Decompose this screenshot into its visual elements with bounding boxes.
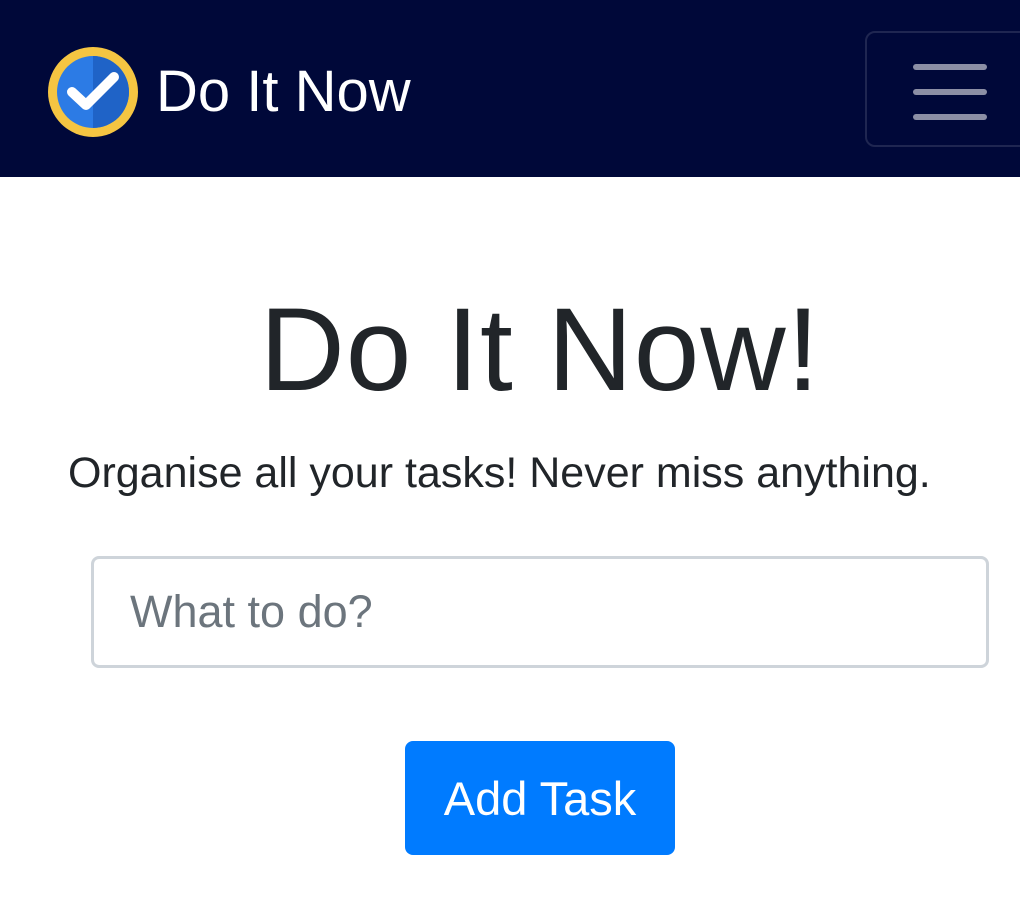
brand-name: Do It Now [156,59,411,124]
navbar-toggle-button[interactable] [865,31,1020,147]
top-navbar: Do It Now [0,0,1020,177]
hamburger-menu-icon [913,64,987,120]
task-input[interactable] [91,556,989,668]
brand[interactable]: Do It Now [48,46,411,138]
check-badge-icon [48,47,138,137]
page-tagline: Organise all your tasks! Never miss anyt… [68,449,931,497]
page-title: Do It Now! [259,284,821,416]
add-task-button[interactable]: Add Task [405,741,675,855]
